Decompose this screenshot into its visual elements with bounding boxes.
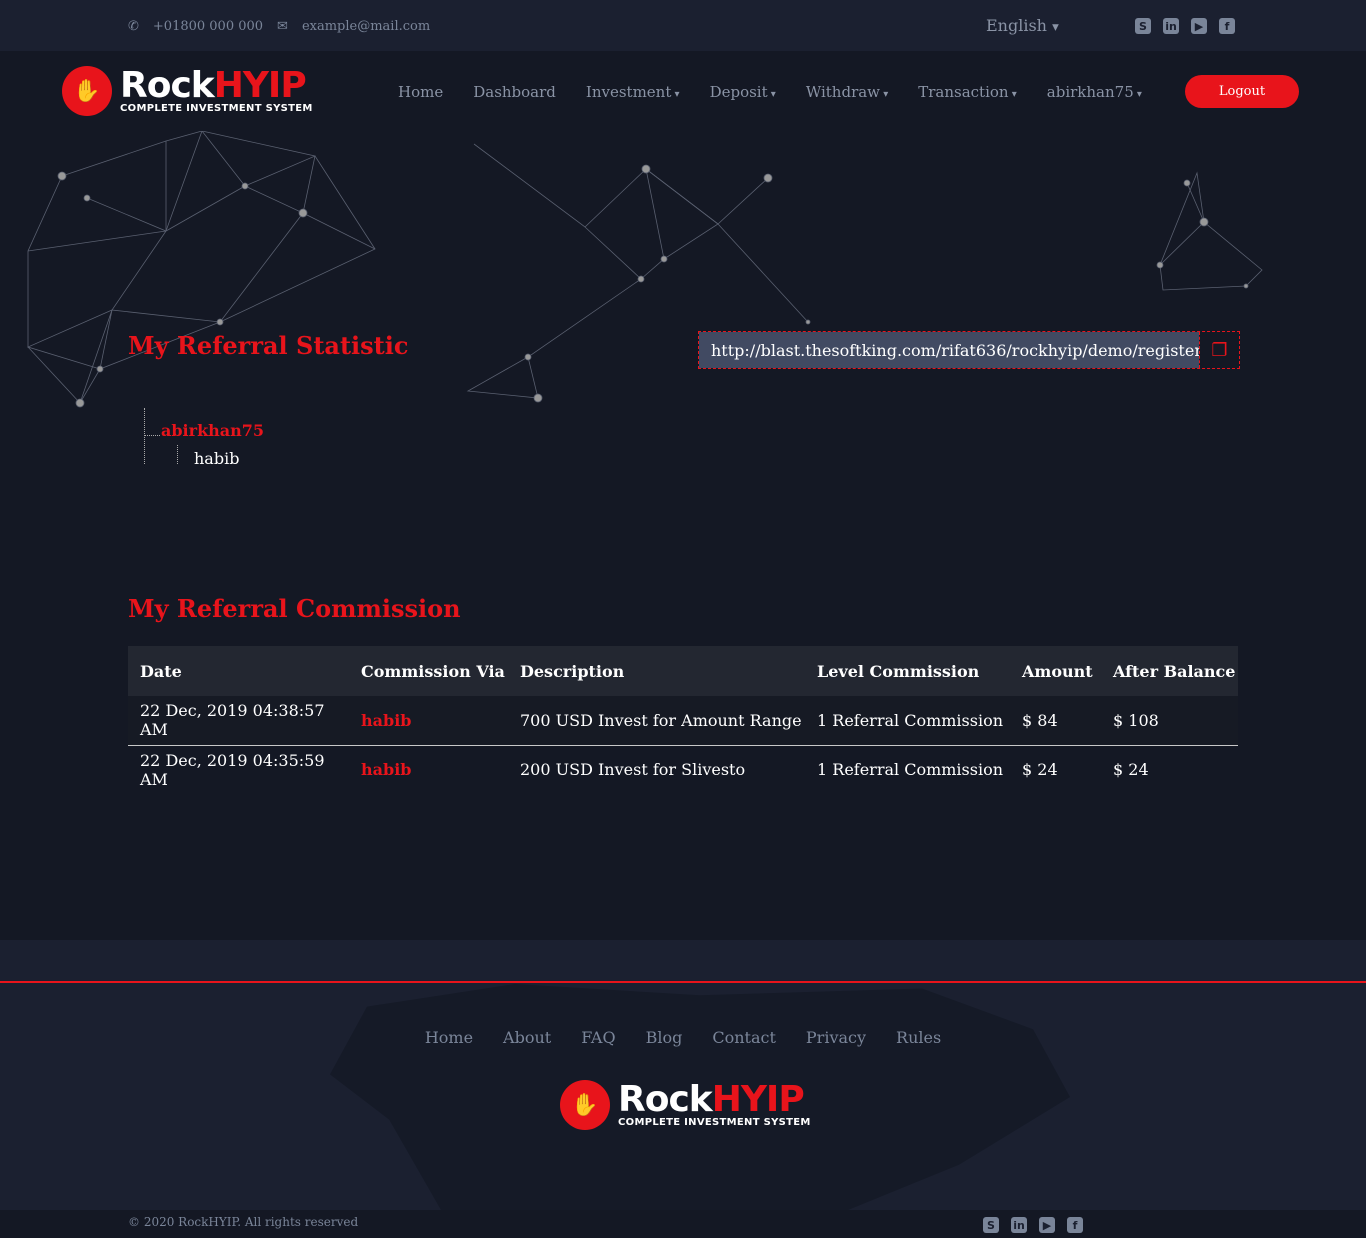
email-address: example@mail.com — [301, 19, 431, 34]
footer-link-home[interactable]: Home — [425, 1028, 473, 1047]
referral-statistic-title: My Referral Statistic — [128, 331, 409, 360]
referral-commission-title: My Referral Commission — [128, 594, 461, 623]
copyright-bar: © 2020 RockHYIP. All rights reserved S i… — [0, 1210, 1366, 1238]
copy-icon[interactable]: ❐ — [1199, 332, 1239, 368]
copyright-text: © 2020 RockHYIP. All rights reserved — [128, 1215, 359, 1229]
phone-number: +01800 000 000 — [152, 19, 264, 34]
nav-investment[interactable]: Investment — [586, 83, 680, 101]
tree-child-user: habib — [194, 449, 240, 468]
footer-link-about[interactable]: About — [503, 1028, 551, 1047]
footer: Home About FAQ Blog Contact Privacy Rule… — [0, 940, 1366, 1210]
cell-level: 1 Referral Commission — [805, 744, 1010, 794]
skype-icon[interactable]: S — [983, 1217, 999, 1233]
nav-withdraw[interactable]: Withdraw — [806, 83, 888, 101]
phone-icon: ✆ — [128, 19, 139, 34]
footer-logo[interactable]: ✋ RockHYIP COMPLETE INVESTMENT SYSTEM — [560, 1080, 811, 1130]
col-level-commission: Level Commission — [805, 646, 1010, 696]
tree-root-user: abirkhan75 — [161, 421, 265, 440]
logo-hand-icon: ✋ — [62, 66, 112, 116]
col-date: Date — [128, 646, 349, 696]
referral-link-input[interactable]: http://blast.thesoftking.com/rifat636/ro… — [699, 332, 1199, 368]
linkedin-icon[interactable]: in — [1163, 18, 1179, 34]
cell-via-link[interactable]: habib — [349, 744, 508, 794]
cell-level: 1 Referral Commission — [817, 710, 1004, 730]
referral-link-group: http://blast.thesoftking.com/rifat636/ro… — [698, 331, 1240, 369]
col-description: Description — [508, 646, 805, 696]
logo-hand-icon: ✋ — [560, 1080, 610, 1130]
youtube-icon[interactable]: ▶ — [1039, 1217, 1055, 1233]
nav-home[interactable]: Home — [398, 83, 443, 101]
cell-balance: $ 108 — [1113, 710, 1159, 730]
col-amount: Amount — [1010, 646, 1101, 696]
top-bar: ✆ +01800 000 000 ✉ example@mail.com Engl… — [0, 0, 1366, 51]
logo[interactable]: ✋ RockHYIP COMPLETE INVESTMENT SYSTEM — [62, 66, 313, 116]
skype-icon[interactable]: S — [1135, 18, 1151, 34]
facebook-icon[interactable]: f — [1067, 1217, 1083, 1233]
youtube-icon[interactable]: ▶ — [1191, 18, 1207, 34]
cell-description: 700 USD Invest for Amount Range — [520, 710, 802, 730]
cell-amount: $ 24 — [1010, 744, 1101, 794]
col-after-balance: After Balance — [1101, 646, 1238, 696]
table-row: 22 Dec, 2019 04:35:59 AM habib 200 USD I… — [128, 744, 1238, 794]
logout-button[interactable]: Logout — [1185, 75, 1299, 108]
nav-deposit[interactable]: Deposit — [710, 83, 776, 101]
cell-description: 200 USD Invest for Slivesto — [508, 744, 805, 794]
cell-via-link[interactable]: habib — [349, 696, 508, 745]
nav-user-menu[interactable]: abirkhan75 — [1047, 83, 1142, 101]
cell-balance: $ 24 — [1101, 744, 1238, 794]
table-row: 22 Dec, 2019 04:38:57 AM habib 700 USD I… — [128, 696, 1238, 745]
footer-link-blog[interactable]: Blog — [646, 1028, 683, 1047]
footer-link-privacy[interactable]: Privacy — [806, 1028, 866, 1047]
linkedin-icon[interactable]: in — [1011, 1217, 1027, 1233]
cell-date: 22 Dec, 2019 04:38:57 AM — [140, 701, 325, 740]
main-header: ✋ RockHYIP COMPLETE INVESTMENT SYSTEM Hom… — [0, 51, 1366, 131]
cell-date: 22 Dec, 2019 04:35:59 AM — [128, 744, 349, 794]
nav-dashboard[interactable]: Dashboard — [473, 83, 556, 101]
network-decoration — [26, 131, 1263, 408]
commission-table: Date Commission Via Description Level Co… — [128, 646, 1238, 794]
language-select[interactable]: English ▾ — [986, 16, 1059, 35]
footer-link-rules[interactable]: Rules — [896, 1028, 941, 1047]
footer-link-contact[interactable]: Contact — [712, 1028, 776, 1047]
footer-link-faq[interactable]: FAQ — [581, 1028, 615, 1047]
facebook-icon[interactable]: f — [1219, 18, 1235, 34]
col-commission-via: Commission Via — [349, 646, 508, 696]
nav-transaction[interactable]: Transaction — [918, 83, 1017, 101]
mail-icon: ✉ — [277, 19, 288, 34]
cell-amount: $ 84 — [1022, 710, 1058, 730]
